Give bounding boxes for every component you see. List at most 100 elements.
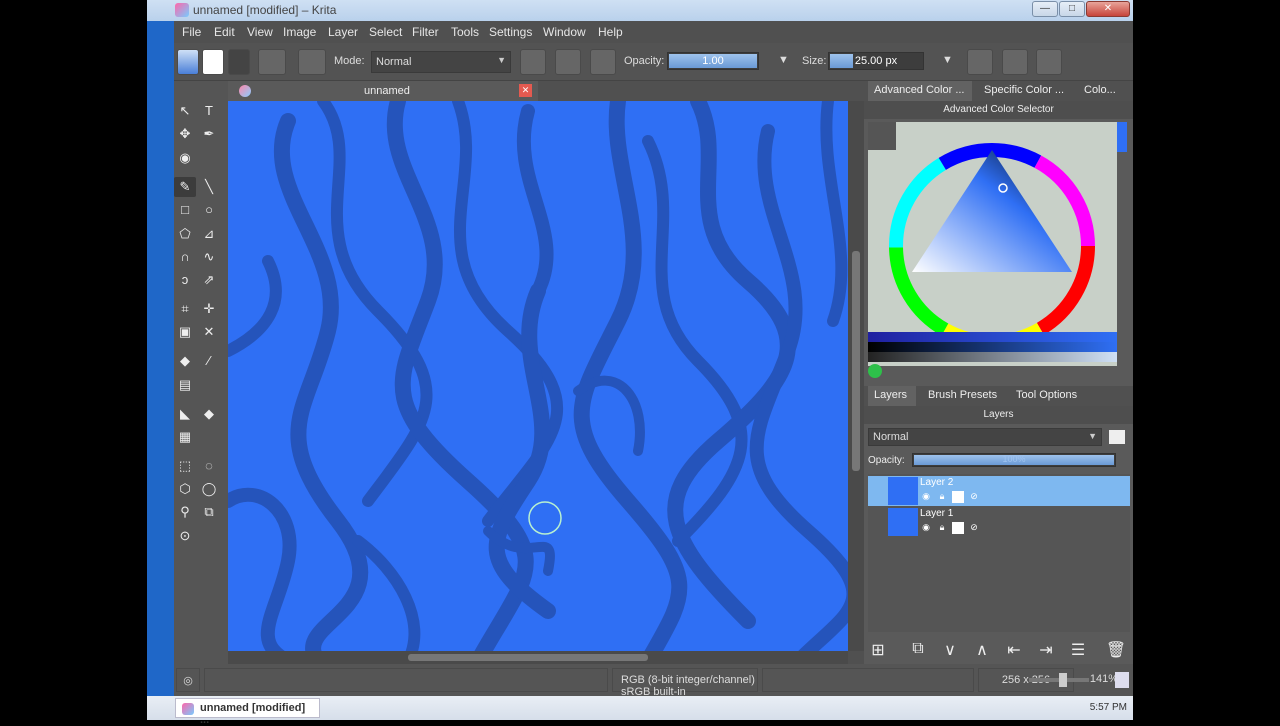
refresh-icon[interactable] — [868, 364, 882, 378]
fit-zoom-icon[interactable] — [1115, 672, 1129, 688]
color-picker-icon[interactable]: ⁄ — [198, 351, 220, 371]
layer-row-layer-2[interactable]: Layer 2 ◉ 🔒︎ ⊘ — [868, 476, 1130, 506]
horizontal-scroll-thumb[interactable] — [408, 654, 648, 661]
bezier-tool-icon[interactable]: ∩ — [174, 247, 196, 267]
line-tool-icon[interactable]: ╲ — [198, 177, 220, 197]
advanced-color-selector[interactable] — [868, 122, 1117, 366]
horizontal-scrollbar[interactable] — [228, 651, 848, 664]
layer-options-icon[interactable] — [1109, 430, 1125, 444]
menu-select[interactable]: Select — [369, 25, 402, 39]
multibrush-icon[interactable]: ⇗ — [198, 270, 220, 290]
grid-tool-icon[interactable]: ▦ — [174, 427, 196, 447]
smart-patch-icon[interactable]: ◆ — [198, 404, 220, 424]
contiguous-select-icon[interactable]: ⚲ — [174, 502, 196, 522]
freehand-path-icon[interactable]: ∿ — [198, 247, 220, 267]
menu-tools[interactable]: Tools — [451, 25, 479, 39]
outdent-layer-icon[interactable]: ⇥ — [1034, 640, 1058, 662]
outline-select-icon[interactable]: ◯ — [198, 479, 220, 499]
reload-preset-icon[interactable] — [590, 49, 616, 75]
preserve-alpha-icon[interactable] — [555, 49, 581, 75]
menu-file[interactable]: File — [182, 25, 201, 39]
menu-window[interactable]: Window — [543, 25, 586, 39]
gradient-tool-icon[interactable]: ▤ — [174, 375, 196, 395]
color-wheel[interactable] — [868, 122, 1117, 366]
lock-icon[interactable]: 🔒︎ — [936, 522, 948, 534]
reference-image-icon[interactable]: ◉ — [174, 148, 196, 168]
fill-tool-icon[interactable]: ◆ — [174, 351, 196, 371]
alpha-lock-icon[interactable] — [952, 522, 964, 534]
visibility-eye-icon[interactable]: ◉ — [920, 522, 932, 534]
menu-image[interactable]: Image — [283, 25, 316, 39]
measure-tool-icon[interactable]: ◣ — [174, 404, 196, 424]
document-tab[interactable]: unnamed ✕ — [228, 81, 538, 101]
fg-bg-color-icon[interactable] — [228, 49, 250, 75]
tab-color-more[interactable]: Colo... — [1078, 81, 1128, 101]
edit-shapes-icon[interactable]: ✥ — [174, 124, 196, 144]
add-layer-icon[interactable]: ⊞ — [866, 640, 890, 662]
opacity-slider[interactable]: 1.00 — [667, 52, 759, 70]
brush-preset-icon[interactable] — [258, 49, 286, 75]
select-shapes-icon[interactable]: ↖ — [174, 101, 196, 121]
inherit-alpha-icon[interactable]: ⊘ — [968, 491, 980, 503]
tab-advanced-color[interactable]: Advanced Color ... — [868, 81, 972, 101]
layer-blend-mode-combo[interactable]: Normal ▼ — [868, 428, 1102, 446]
rectangle-tool-icon[interactable]: □ — [174, 200, 196, 220]
rect-select-icon[interactable]: ⬚ — [174, 456, 196, 476]
visibility-eye-icon[interactable]: ◉ — [920, 491, 932, 503]
color-history-swatch[interactable] — [1117, 122, 1127, 152]
layer-opacity-slider[interactable]: 100% — [912, 453, 1116, 467]
similar-select-icon[interactable]: ⧉ — [198, 502, 220, 522]
inherit-alpha-icon[interactable]: ⊘ — [968, 522, 980, 534]
move-tool-icon[interactable]: ✛ — [198, 299, 220, 319]
saturation-strip[interactable] — [868, 352, 1117, 362]
tab-brush-presets[interactable]: Brush Presets — [922, 386, 1004, 406]
brush-editor-icon[interactable] — [298, 49, 326, 75]
calligraphy-icon[interactable]: ✒ — [198, 124, 220, 144]
hue-strip[interactable] — [868, 332, 1117, 342]
blend-mode-combo[interactable]: Normal ▼ — [371, 51, 511, 73]
polyline-tool-icon[interactable]: ⊿ — [198, 224, 220, 244]
pattern-selector[interactable] — [202, 49, 224, 75]
gradient-selector[interactable] — [177, 49, 199, 75]
tab-specific-color[interactable]: Specific Color ... — [978, 81, 1072, 101]
duplicate-layer-icon[interactable]: ⧉ — [906, 640, 930, 662]
freehand-brush-icon[interactable]: ✎ — [174, 177, 196, 197]
ellipse-tool-icon[interactable]: ○ — [198, 200, 220, 220]
menu-filter[interactable]: Filter — [412, 25, 439, 39]
taskbar-krita-item[interactable]: unnamed [modified] ... — [175, 698, 320, 726]
close-button[interactable]: ✕ — [1086, 1, 1130, 17]
lock-icon[interactable]: 🔒︎ — [936, 491, 948, 503]
minimize-button[interactable]: — — [1032, 1, 1058, 17]
vertical-scrollbar[interactable] — [848, 101, 864, 651]
delete-layer-icon[interactable]: 🗑︎ — [1104, 640, 1128, 662]
dynamic-brush-icon[interactable]: ↄ — [174, 270, 196, 290]
drawing-canvas[interactable] — [228, 101, 848, 651]
menu-help[interactable]: Help — [598, 25, 623, 39]
tab-tool-options[interactable]: Tool Options — [1010, 386, 1090, 406]
ellipse-select-icon[interactable]: ◌ — [198, 456, 220, 476]
assistant-tool-icon[interactable]: ✕ — [198, 322, 220, 342]
opacity-options-icon[interactable]: ▼ — [778, 54, 789, 66]
vertical-scroll-thumb[interactable] — [852, 251, 860, 471]
tab-layers[interactable]: Layers — [868, 386, 916, 406]
wrench-icon[interactable] — [868, 122, 896, 150]
close-tab-button[interactable]: ✕ — [519, 84, 532, 97]
zoom-slider-handle[interactable] — [1059, 673, 1067, 687]
menu-layer[interactable]: Layer — [328, 25, 358, 39]
menu-view[interactable]: View — [247, 25, 273, 39]
size-slider[interactable]: 25.00 px — [828, 52, 924, 70]
mirror-horizontal-icon[interactable] — [967, 49, 993, 75]
alpha-lock-icon[interactable] — [952, 491, 964, 503]
indent-layer-icon[interactable]: ⇤ — [1002, 640, 1026, 662]
menu-settings[interactable]: Settings — [489, 25, 532, 39]
workspace-icon[interactable] — [1036, 49, 1062, 75]
crop-tool-icon[interactable]: ⌗ — [174, 299, 196, 319]
maximize-button[interactable]: □ — [1059, 1, 1085, 17]
polygon-select-icon[interactable]: ⬡ — [174, 479, 196, 499]
mirror-vertical-icon[interactable] — [1002, 49, 1028, 75]
layer-row-layer-1[interactable]: Layer 1 ◉ 🔒︎ ⊘ — [868, 507, 1130, 537]
eraser-mode-icon[interactable] — [520, 49, 546, 75]
transform-tool-icon[interactable]: ▣ — [174, 322, 196, 342]
move-layer-down-icon[interactable]: ∨ — [938, 640, 962, 662]
layer-properties-icon[interactable]: ☰ — [1066, 640, 1090, 662]
